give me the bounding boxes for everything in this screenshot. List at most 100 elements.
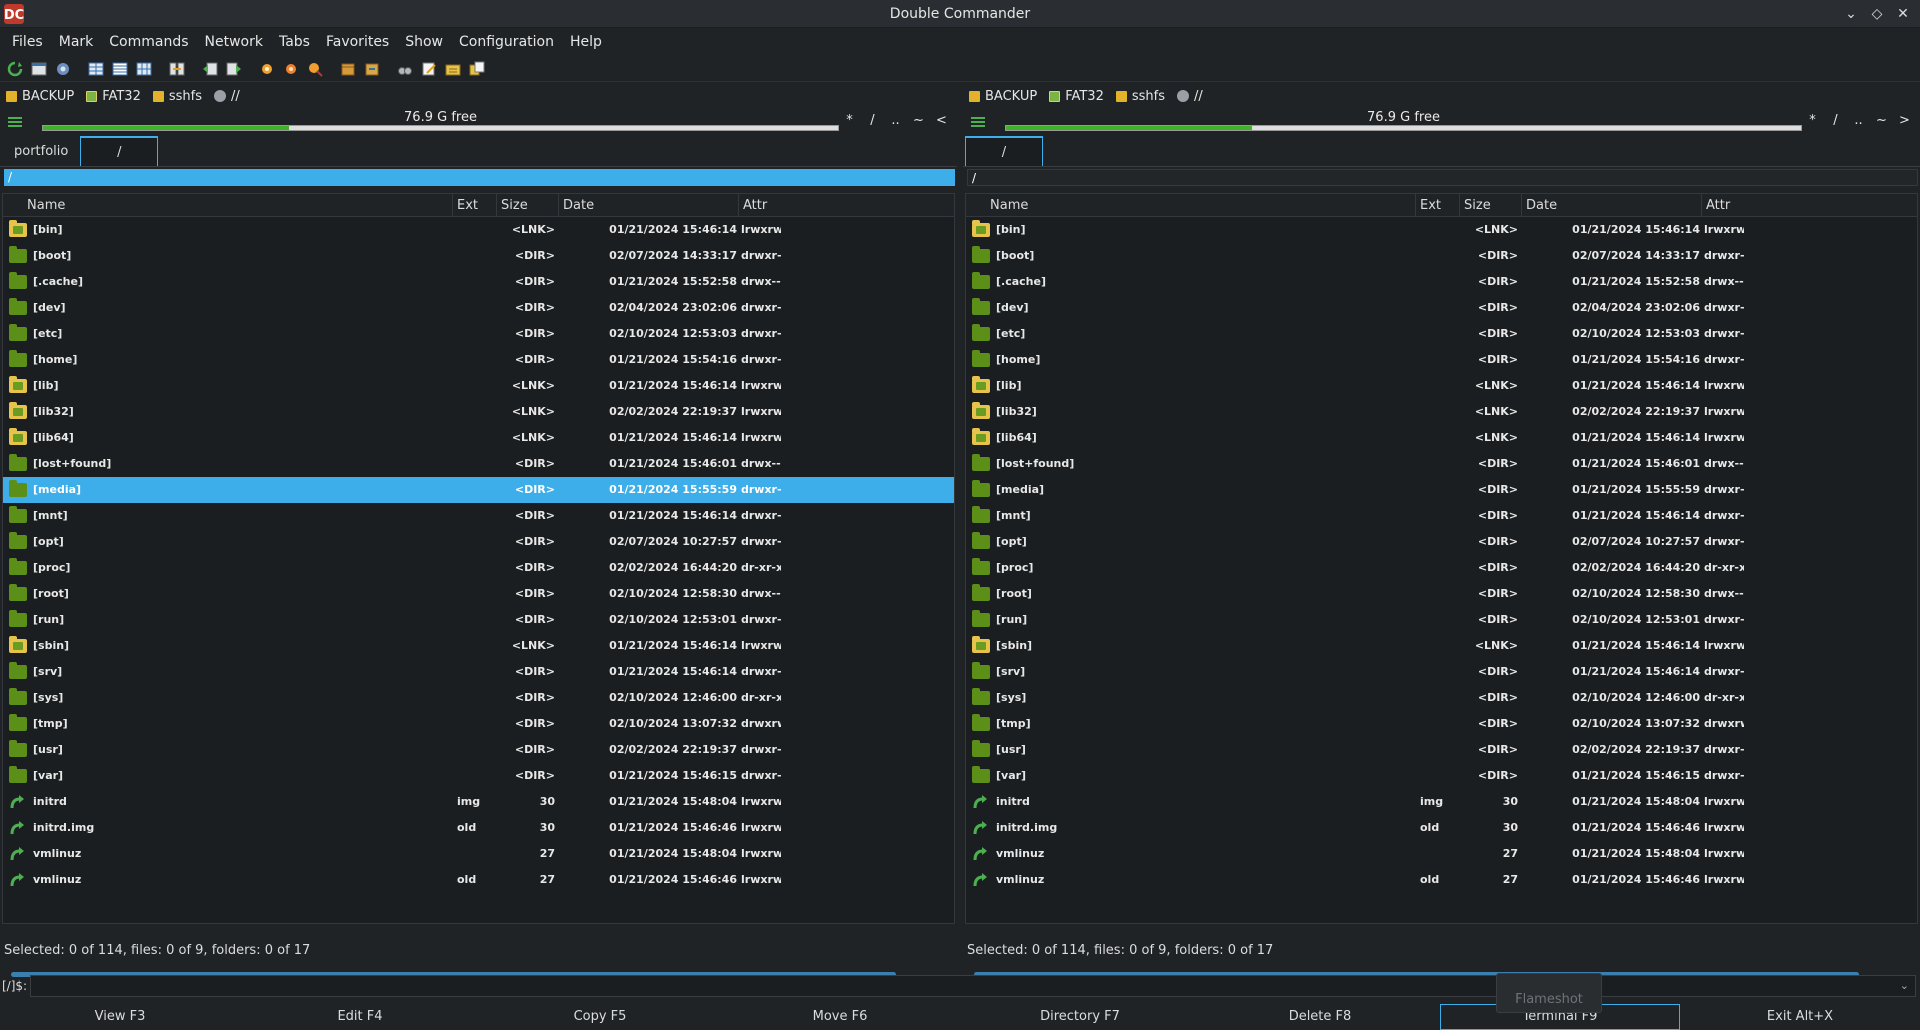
file-row[interactable]: [lib32] <LNK> 02/02/2024 22:19:37 lrwxrwx <box>966 399 1917 425</box>
file-row[interactable]: [opt] <DIR> 02/07/2024 10:27:57 drwxr-x <box>3 529 954 555</box>
menu-show[interactable]: Show <box>397 34 451 50</box>
file-row[interactable]: [media] <DIR> 01/21/2024 15:55:59 drwxr-x <box>966 477 1917 503</box>
file-row[interactable]: [boot] <DIR> 02/07/2024 14:33:17 drwxr-x <box>966 243 1917 269</box>
nav-root-button[interactable]: / <box>861 113 884 128</box>
copy-f5-button[interactable]: Copy F5 <box>480 1004 720 1030</box>
nav-root-star-button[interactable]: * <box>838 113 861 128</box>
file-row[interactable]: vmlinuz 27 01/21/2024 15:48:04 lrwxrwx <box>3 841 954 867</box>
file-row[interactable]: [proc] <DIR> 02/02/2024 16:44:20 dr-xr-xr <box>966 555 1917 581</box>
forward-icon[interactable] <box>223 58 244 79</box>
edit-f4-button[interactable]: Edit F4 <box>240 1004 480 1030</box>
backward-icon[interactable] <box>199 58 220 79</box>
file-row[interactable]: initrd img 30 01/21/2024 15:48:04 lrwxrwx <box>3 789 954 815</box>
file-row[interactable]: [home] <DIR> 01/21/2024 15:54:16 drwxr-x <box>3 347 954 373</box>
file-row[interactable]: initrd.img old 30 01/21/2024 15:46:46 lrwxrw… <box>3 815 954 841</box>
swap-panels-icon[interactable] <box>166 58 187 79</box>
drive-menu-icon[interactable] <box>0 116 30 128</box>
column-name[interactable]: Name <box>3 194 453 217</box>
drive-button-backup[interactable]: BACKUP <box>969 89 1037 104</box>
file-row[interactable]: [sbin] <LNK> 01/21/2024 15:46:14 lrwxrwx <box>966 633 1917 659</box>
thumbnail-view-icon[interactable] <box>133 58 154 79</box>
file-row[interactable]: [media] <DIR> 01/21/2024 15:55:59 drwxr-x <box>3 477 954 503</box>
chevron-down-icon[interactable]: ⌄ <box>1900 979 1909 992</box>
nav-other-panel-button[interactable]: > <box>1893 113 1916 128</box>
file-row[interactable]: [tmp] <DIR> 02/10/2024 13:07:32 drwxrwx <box>966 711 1917 737</box>
file-row[interactable]: [mnt] <DIR> 01/21/2024 15:46:14 drwxr-x <box>3 503 954 529</box>
nav-home-button[interactable]: ~ <box>907 113 930 128</box>
menu-files[interactable]: Files <box>4 34 51 50</box>
file-row[interactable]: [lib] <LNK> 01/21/2024 15:46:14 lrwxrwx <box>966 373 1917 399</box>
drive-button-fat32[interactable]: FAT32 <box>86 89 141 104</box>
edit-icon[interactable] <box>418 58 439 79</box>
menu-mark[interactable]: Mark <box>51 34 102 50</box>
compare-icon[interactable] <box>394 58 415 79</box>
column-attr[interactable]: Attr <box>1702 194 1917 217</box>
nav-parent-button[interactable]: .. <box>884 113 907 128</box>
file-row[interactable]: [lib] <LNK> 01/21/2024 15:46:14 lrwxrwx <box>3 373 954 399</box>
file-row[interactable]: [usr] <DIR> 02/02/2024 22:19:37 drwxr-x <box>966 737 1917 763</box>
file-row[interactable]: [.cache] <DIR> 01/21/2024 15:52:58 drwx--- <box>3 269 954 295</box>
tab-portfolio[interactable]: portfolio <box>2 136 80 166</box>
maximize-icon[interactable]: ◇ <box>1866 3 1888 25</box>
file-row[interactable]: [var] <DIR> 01/21/2024 15:46:15 drwxr-x <box>966 763 1917 789</box>
column-attr[interactable]: Attr <box>739 194 954 217</box>
file-row[interactable]: [.cache] <DIR> 01/21/2024 15:52:58 drwx--- <box>966 269 1917 295</box>
move-f6-button[interactable]: Move F6 <box>720 1004 960 1030</box>
left-file-list[interactable]: Name Ext Size Date Attr [bin] <LNK> 01/21/… <box>2 193 955 977</box>
file-row[interactable]: [dev] <DIR> 02/04/2024 23:02:06 drwxr-x <box>966 295 1917 321</box>
terminal-icon[interactable] <box>28 58 49 79</box>
file-row[interactable]: [srv] <DIR> 01/21/2024 15:46:14 drwxr-x <box>966 659 1917 685</box>
file-row[interactable]: [lib32] <LNK> 02/02/2024 22:19:37 lrwxrwx <box>3 399 954 425</box>
nav-root-button[interactable]: / <box>1824 113 1847 128</box>
right-path-bar[interactable]: / <box>967 169 1918 186</box>
file-row[interactable]: [lost+found] <DIR> 01/21/2024 15:46:01 drwx… <box>3 451 954 477</box>
right-file-list[interactable]: Name Ext Size Date Attr [bin] <LNK> 01/21/… <box>965 193 1918 977</box>
command-line-input[interactable]: ⌄ <box>30 975 1916 997</box>
column-ext[interactable]: Ext <box>1416 194 1460 217</box>
file-row[interactable]: [bin] <LNK> 01/21/2024 15:46:14 lrwxrwx <box>3 217 954 243</box>
full-view-icon[interactable] <box>109 58 130 79</box>
drive-button-network[interactable]: // <box>214 89 240 104</box>
file-row[interactable]: [mnt] <DIR> 01/21/2024 15:46:14 drwxr-x <box>966 503 1917 529</box>
nav-other-panel-button[interactable]: < <box>930 113 953 128</box>
file-row[interactable]: initrd img 30 01/21/2024 15:48:04 lrwxrwx <box>966 789 1917 815</box>
file-row[interactable]: [proc] <DIR> 02/02/2024 16:44:20 dr-xr-xr <box>3 555 954 581</box>
brief-view-icon[interactable] <box>85 58 106 79</box>
copy-names-icon[interactable] <box>466 58 487 79</box>
file-row[interactable]: [sbin] <LNK> 01/21/2024 15:46:14 lrwxrwx <box>3 633 954 659</box>
file-row[interactable]: initrd.img old 30 01/21/2024 15:46:46 lrwxrw… <box>966 815 1917 841</box>
column-date[interactable]: Date <box>1522 194 1702 217</box>
file-row[interactable]: [lost+found] <DIR> 01/21/2024 15:46:01 drwx… <box>966 451 1917 477</box>
new-folder-icon[interactable] <box>442 58 463 79</box>
nav-parent-button[interactable]: .. <box>1847 113 1870 128</box>
menu-tabs[interactable]: Tabs <box>271 34 318 50</box>
file-row[interactable]: [home] <DIR> 01/21/2024 15:54:16 drwxr-x <box>966 347 1917 373</box>
unpack-icon[interactable] <box>361 58 382 79</box>
menu-favorites[interactable]: Favorites <box>318 34 397 50</box>
drive-button-fat32[interactable]: FAT32 <box>1049 89 1104 104</box>
file-row[interactable]: [usr] <DIR> 02/02/2024 22:19:37 drwxr-x <box>3 737 954 763</box>
file-row[interactable]: [etc] <DIR> 02/10/2024 12:53:03 drwxr-x <box>966 321 1917 347</box>
view-f3-button[interactable]: View F3 <box>0 1004 240 1030</box>
file-row[interactable]: [root] <DIR> 02/10/2024 12:58:30 drwx--- <box>966 581 1917 607</box>
delete-f8-button[interactable]: Delete F8 <box>1200 1004 1440 1030</box>
menu-commands[interactable]: Commands <box>101 34 196 50</box>
tab-root[interactable]: / <box>80 136 159 166</box>
file-row[interactable]: [root] <DIR> 02/10/2024 12:58:30 drwx--- <box>3 581 954 607</box>
file-row[interactable]: [lib64] <LNK> 01/21/2024 15:46:14 lrwxrwx <box>3 425 954 451</box>
menu-configuration[interactable]: Configuration <box>451 34 562 50</box>
file-row[interactable]: [sys] <DIR> 02/10/2024 12:46:00 dr-xr-xr <box>966 685 1917 711</box>
file-row[interactable]: vmlinuz 27 01/21/2024 15:48:04 lrwxrwx <box>966 841 1917 867</box>
file-row[interactable]: vmlinuz old 27 01/21/2024 15:46:46 lrwxrwx <box>3 867 954 893</box>
pack-icon[interactable] <box>337 58 358 79</box>
file-row[interactable]: [lib64] <LNK> 01/21/2024 15:46:14 lrwxrwx <box>966 425 1917 451</box>
nav-home-button[interactable]: ~ <box>1870 113 1893 128</box>
file-row[interactable]: vmlinuz old 27 01/21/2024 15:46:46 lrwxrwx <box>966 867 1917 893</box>
file-row[interactable]: [run] <DIR> 02/10/2024 12:53:01 drwxr-x <box>966 607 1917 633</box>
file-row[interactable]: [run] <DIR> 02/10/2024 12:53:01 drwxr-x <box>3 607 954 633</box>
multi-rename-icon[interactable] <box>304 58 325 79</box>
file-row[interactable]: [bin] <LNK> 01/21/2024 15:46:14 lrwxrwx <box>966 217 1917 243</box>
file-row[interactable]: [var] <DIR> 01/21/2024 15:46:15 drwxr-x <box>3 763 954 789</box>
file-row[interactable]: [sys] <DIR> 02/10/2024 12:46:00 dr-xr-xr <box>3 685 954 711</box>
nav-root-star-button[interactable]: * <box>1801 113 1824 128</box>
